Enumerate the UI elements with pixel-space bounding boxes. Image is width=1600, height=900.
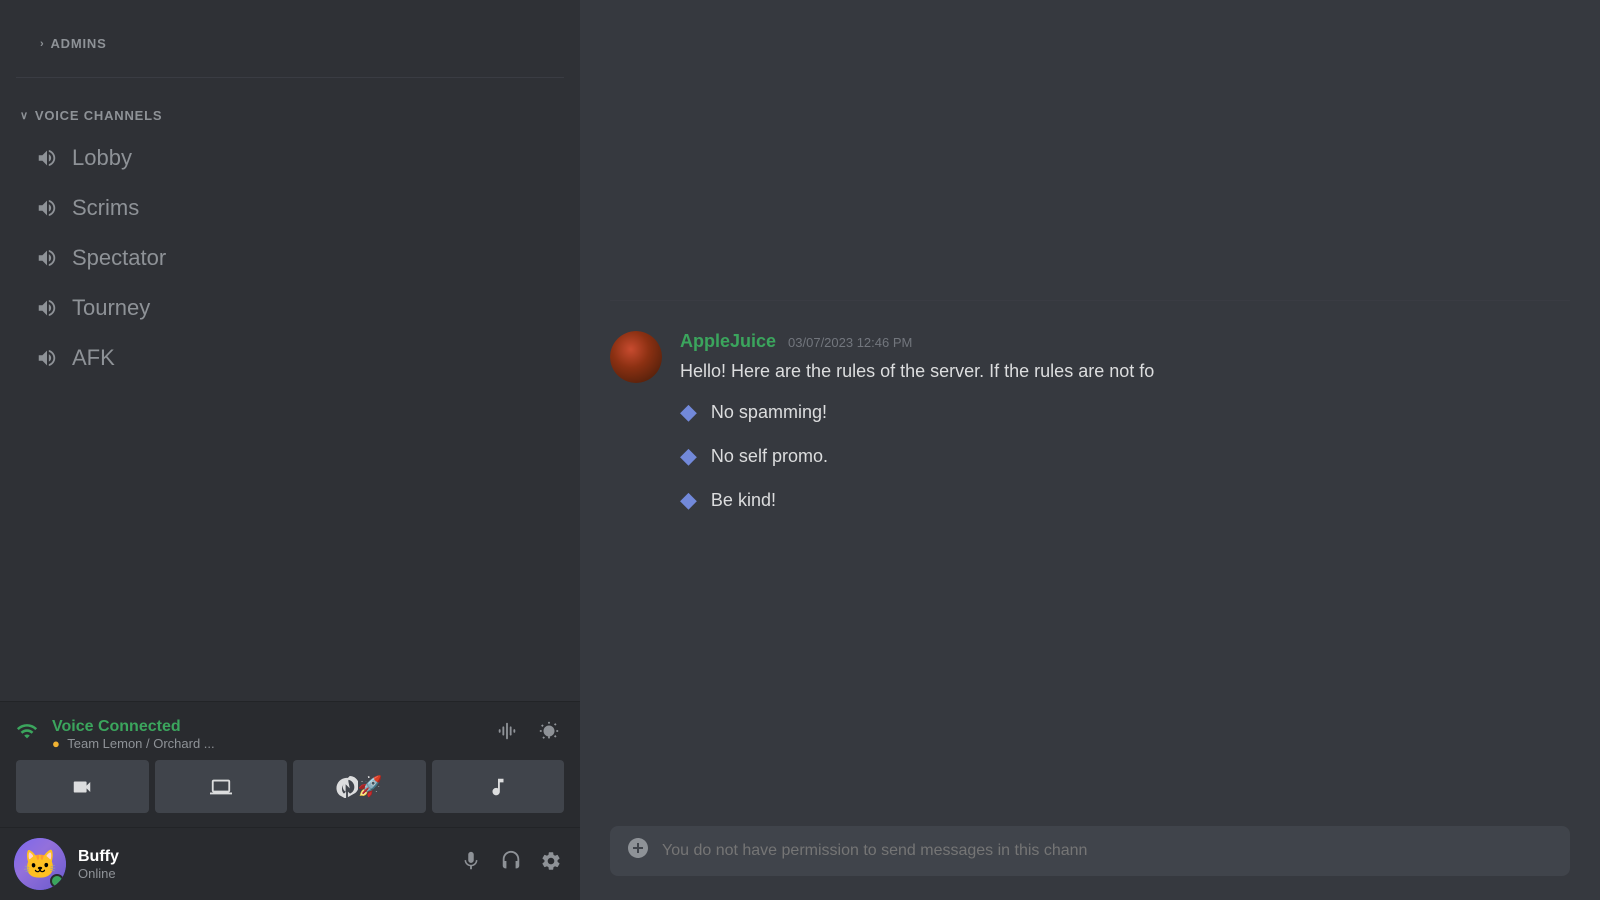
voice-chevron-icon: ∨: [20, 109, 29, 122]
message-input-area: [580, 810, 1600, 900]
message-group: AppleJuice 03/07/2023 12:46 PM Hello! He…: [610, 331, 1570, 531]
volume-icon-tourney: [36, 297, 58, 319]
message-timestamp: 03/07/2023 12:46 PM: [788, 335, 912, 350]
volume-icon-spectator: [36, 247, 58, 269]
volume-icon-lobby: [36, 147, 58, 169]
channel-name-spectator: Spectator: [72, 245, 166, 271]
channel-name-scrims: Scrims: [72, 195, 139, 221]
rule-text-2: No self promo.: [711, 446, 828, 467]
channel-item-tourney[interactable]: Tourney: [8, 283, 572, 333]
message-rule-1: ◆ No spamming!: [680, 399, 1570, 425]
message-header: AppleJuice 03/07/2023 12:46 PM: [680, 331, 1570, 352]
message-text: Hello! Here are the rules of the server.…: [680, 358, 1570, 385]
voice-channels-header[interactable]: ∨ VOICE CHANNELS: [0, 88, 580, 133]
chat-divider: [610, 300, 1570, 301]
admins-chevron-icon: ›: [40, 38, 44, 50]
channel-item-afk[interactable]: AFK: [8, 333, 572, 383]
diamond-icon-2: ◆: [680, 443, 697, 469]
channel-item-lobby[interactable]: Lobby: [8, 133, 572, 183]
camera-button[interactable]: [16, 760, 149, 813]
channel-name-afk: AFK: [72, 345, 115, 371]
user-status-indicator: [50, 874, 64, 888]
divider: [16, 77, 564, 78]
voice-connected-label: Voice Connected: [52, 718, 215, 736]
user-panel: 🐱 Buffy Online: [0, 827, 580, 900]
admins-label: ADMINS: [50, 36, 106, 51]
admins-section: › ADMINS: [0, 0, 580, 67]
channel-item-scrims[interactable]: Scrims: [8, 183, 572, 233]
activity-button[interactable]: 🚀: [293, 760, 426, 813]
avatar: 🐱: [14, 838, 66, 890]
admins-header[interactable]: › ADMINS: [20, 16, 560, 61]
volume-icon-scrims: [36, 197, 58, 219]
main-content: AppleJuice 03/07/2023 12:46 PM Hello! He…: [580, 0, 1600, 900]
sidebar: › ADMINS ∨ VOICE CHANNELS Lobby: [0, 0, 580, 900]
voice-signal-icon: [16, 720, 38, 748]
user-controls: [456, 846, 566, 882]
message-input[interactable]: [662, 826, 1554, 876]
user-name: Buffy: [78, 848, 456, 866]
voice-control-buttons: 🚀: [16, 760, 564, 813]
add-message-icon[interactable]: [626, 836, 650, 867]
diamond-icon-1: ◆: [680, 399, 697, 425]
user-status-text: Online: [78, 866, 456, 881]
message-content: AppleJuice 03/07/2023 12:46 PM Hello! He…: [680, 331, 1570, 531]
settings-button[interactable]: [536, 846, 566, 882]
volume-icon-afk: [36, 347, 58, 369]
chat-spacer: [610, 20, 1570, 300]
screen-share-button[interactable]: [155, 760, 288, 813]
message-input-wrapper: [610, 826, 1570, 876]
voice-channels-label: VOICE CHANNELS: [35, 108, 163, 123]
channel-list: › ADMINS ∨ VOICE CHANNELS Lobby: [0, 0, 580, 701]
voice-status-row: Voice Connected ● Team Lemon / Orchard .…: [16, 716, 564, 752]
rule-text-1: No spamming!: [711, 402, 827, 423]
voice-channels-section: ∨ VOICE CHANNELS Lobby: [0, 88, 580, 383]
voice-disconnect-button[interactable]: [534, 716, 564, 752]
voice-channel-name: ● Team Lemon / Orchard ...: [52, 736, 215, 751]
voice-connected-panel: Voice Connected ● Team Lemon / Orchard .…: [0, 701, 580, 827]
channel-name-lobby: Lobby: [72, 145, 132, 171]
mic-button[interactable]: [456, 846, 486, 882]
channel-name-tourney: Tourney: [72, 295, 150, 321]
message-rule-2: ◆ No self promo.: [680, 443, 1570, 469]
message-avatar: [610, 331, 662, 383]
headset-button[interactable]: [496, 846, 526, 882]
music-button[interactable]: [432, 760, 565, 813]
voice-actions: [492, 716, 564, 752]
voice-channel-text: Team Lemon / Orchard ...: [67, 736, 214, 751]
voice-soundwave-button[interactable]: [492, 716, 522, 752]
rule-text-3: Be kind!: [711, 490, 776, 511]
chat-area: AppleJuice 03/07/2023 12:46 PM Hello! He…: [580, 0, 1600, 810]
message-avatar-image: [610, 331, 662, 383]
voice-status-left: Voice Connected ● Team Lemon / Orchard .…: [16, 718, 215, 751]
diamond-icon-3: ◆: [680, 487, 697, 513]
message-author: AppleJuice: [680, 331, 776, 352]
voice-text: Voice Connected ● Team Lemon / Orchard .…: [52, 718, 215, 751]
channel-item-spectator[interactable]: Spectator: [8, 233, 572, 283]
voice-channel-dot: ●: [52, 736, 60, 751]
message-rule-3: ◆ Be kind!: [680, 487, 1570, 513]
user-info: Buffy Online: [78, 848, 456, 881]
